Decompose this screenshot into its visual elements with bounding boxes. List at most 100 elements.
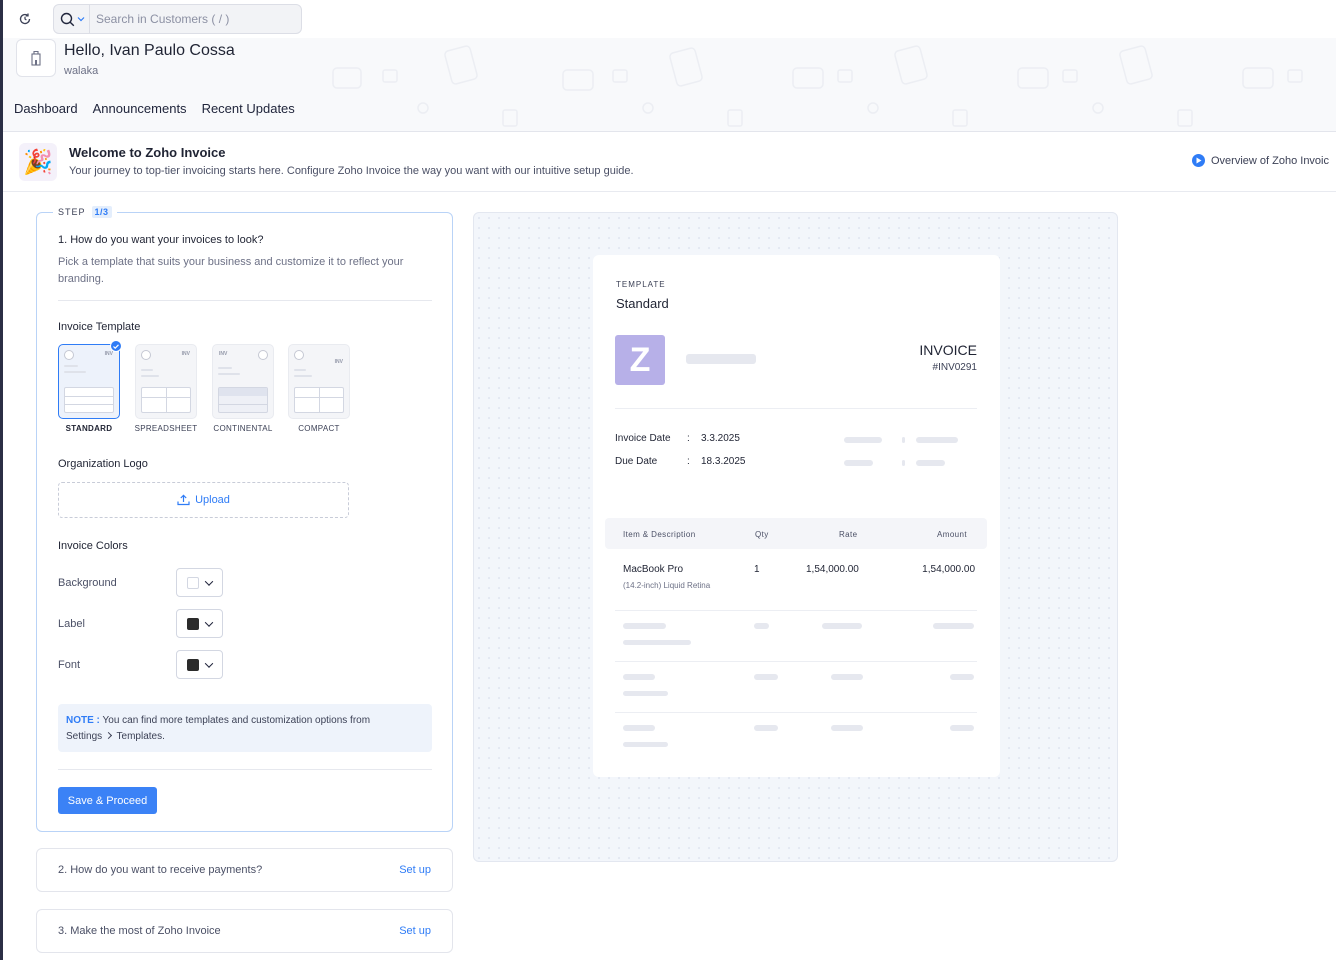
recent-activity-button[interactable] xyxy=(15,9,35,29)
divider xyxy=(58,769,432,770)
placeholder-bar xyxy=(623,725,655,731)
label-color-picker[interactable] xyxy=(176,609,223,638)
search-scope-dropdown[interactable] xyxy=(54,5,90,33)
template-name-standard: STANDARD xyxy=(65,424,113,433)
label-color-label: Label xyxy=(58,617,85,630)
placeholder-bar xyxy=(623,623,666,629)
background-color-row: Background xyxy=(58,568,228,597)
template-name-spreadsheet: SPREADSHEET xyxy=(134,424,198,433)
placeholder-bar xyxy=(754,725,778,731)
template-option-compact[interactable]: INV xyxy=(288,344,350,419)
template-table-thumb xyxy=(294,387,344,413)
search-icon xyxy=(60,12,75,26)
template-badge: INV xyxy=(334,359,343,365)
invoice-preview: TEMPLATE Standard Z INVOICE #INV0291 Inv… xyxy=(593,255,1000,777)
play-icon xyxy=(1192,154,1205,167)
radio-icon xyxy=(294,350,304,360)
placeholder-bar xyxy=(623,674,655,680)
item-rate: 1,54,000.00 xyxy=(806,564,859,575)
tab-announcements[interactable]: Announcements xyxy=(93,101,187,116)
placeholder-bar xyxy=(950,674,974,680)
note-text: You can find more templates and customiz… xyxy=(102,715,371,726)
building-icon xyxy=(31,50,41,66)
placeholder-bar xyxy=(902,460,905,466)
placeholder-bar xyxy=(623,640,691,645)
invoice-date-value: 3.3.2025 xyxy=(701,433,740,444)
template-name-continental: CONTINENTAL xyxy=(213,424,273,433)
radio-icon xyxy=(141,350,151,360)
check-icon xyxy=(110,340,122,352)
welcome-banner: 🎉 Welcome to Zoho Invoice Your journey t… xyxy=(3,133,1336,192)
color-swatch xyxy=(187,658,199,671)
divider xyxy=(615,610,977,611)
party-popper-icon: 🎉 xyxy=(19,143,57,181)
invoice-date-label: Invoice Date xyxy=(615,433,671,444)
placeholder-bar xyxy=(686,354,756,364)
template-option-standard[interactable]: INV xyxy=(58,340,122,419)
invoice-preview-panel: TEMPLATE Standard Z INVOICE #INV0291 Inv… xyxy=(473,212,1118,862)
set-up-link[interactable]: Set up xyxy=(399,925,431,937)
column-item: Item & Description xyxy=(623,530,696,539)
template-table-thumb xyxy=(64,387,114,413)
item-name: MacBook Pro xyxy=(623,564,684,575)
placeholder-bar xyxy=(831,674,863,680)
due-date-label: Due Date xyxy=(615,456,658,467)
greeting: Hello, Ivan Paulo Cossa xyxy=(64,42,235,59)
organization-name: walaka xyxy=(64,65,99,77)
search-box[interactable]: Search in Customers ( / ) xyxy=(53,4,302,34)
overview-video-link[interactable]: Overview of Zoho Invoic xyxy=(1192,154,1329,167)
template-option-continental[interactable]: INV xyxy=(212,344,274,419)
step-indicator: STEP 1/3 xyxy=(53,206,117,218)
due-date-value: 18.3.2025 xyxy=(701,456,746,467)
setup-step-card: STEP 1/3 1. How do you want your invoice… xyxy=(36,206,453,832)
step-description: Pick a template that suits your business… xyxy=(58,256,404,285)
item-amount: 1,54,000.00 xyxy=(922,564,975,575)
placeholder-bar xyxy=(623,691,668,696)
tab-recent-updates[interactable]: Recent Updates xyxy=(202,101,295,116)
label-color-row: Label xyxy=(58,609,228,638)
placeholder-bar xyxy=(623,742,668,747)
dashboard-header: Hello, Ivan Paulo Cossa walaka Dashboard… xyxy=(3,38,1336,132)
placeholder-bar xyxy=(902,437,905,443)
divider xyxy=(615,408,977,409)
background-color-label: Background xyxy=(58,576,117,589)
set-up-link[interactable]: Set up xyxy=(399,864,431,876)
invoice-template-label: Invoice Template xyxy=(58,321,141,333)
chevron-down-icon xyxy=(204,576,214,586)
template-badge: INV xyxy=(181,351,190,357)
organization-icon[interactable] xyxy=(16,39,56,77)
background-color-picker[interactable] xyxy=(176,568,223,597)
note-path-settings: Settings xyxy=(66,731,103,742)
tab-dashboard[interactable]: Dashboard xyxy=(14,101,78,116)
template-option-spreadsheet[interactable]: INV xyxy=(135,344,197,419)
separator: : xyxy=(687,456,690,467)
template-name: Standard xyxy=(616,296,669,311)
welcome-title: Welcome to Zoho Invoice xyxy=(69,145,226,160)
step-count: 1/3 xyxy=(91,206,112,218)
color-swatch xyxy=(187,576,199,589)
placeholder-bar xyxy=(933,623,974,629)
upload-logo-button[interactable]: Upload xyxy=(58,482,349,518)
logo-letter: Z xyxy=(629,340,651,379)
setup-step-payments[interactable]: 2. How do you want to receive payments? … xyxy=(36,848,453,892)
welcome-subtitle: Your journey to top-tier invoicing start… xyxy=(69,165,634,177)
chevron-down-icon xyxy=(204,617,214,627)
invoice-title: INVOICE xyxy=(919,342,977,358)
template-badge: INV xyxy=(104,351,113,357)
chevron-right-icon xyxy=(104,731,112,740)
upload-label: Upload xyxy=(195,494,230,506)
company-logo: Z xyxy=(615,335,665,385)
search-input[interactable]: Search in Customers ( / ) xyxy=(90,12,229,26)
separator: : xyxy=(687,433,690,444)
divider xyxy=(58,300,432,301)
template-table-thumb xyxy=(218,387,268,413)
chevron-down-icon xyxy=(204,658,214,668)
save-and-proceed-button[interactable]: Save & Proceed xyxy=(58,787,157,814)
invoice-number: #INV0291 xyxy=(932,362,977,373)
color-swatch xyxy=(187,617,199,630)
placeholder-bar xyxy=(754,623,769,629)
font-color-picker[interactable] xyxy=(176,650,223,679)
setup-step-explore[interactable]: 3. Make the most of Zoho Invoice Set up xyxy=(36,909,453,953)
invoice-colors-label: Invoice Colors xyxy=(58,540,128,552)
step-title: 3. Make the most of Zoho Invoice xyxy=(58,925,221,937)
